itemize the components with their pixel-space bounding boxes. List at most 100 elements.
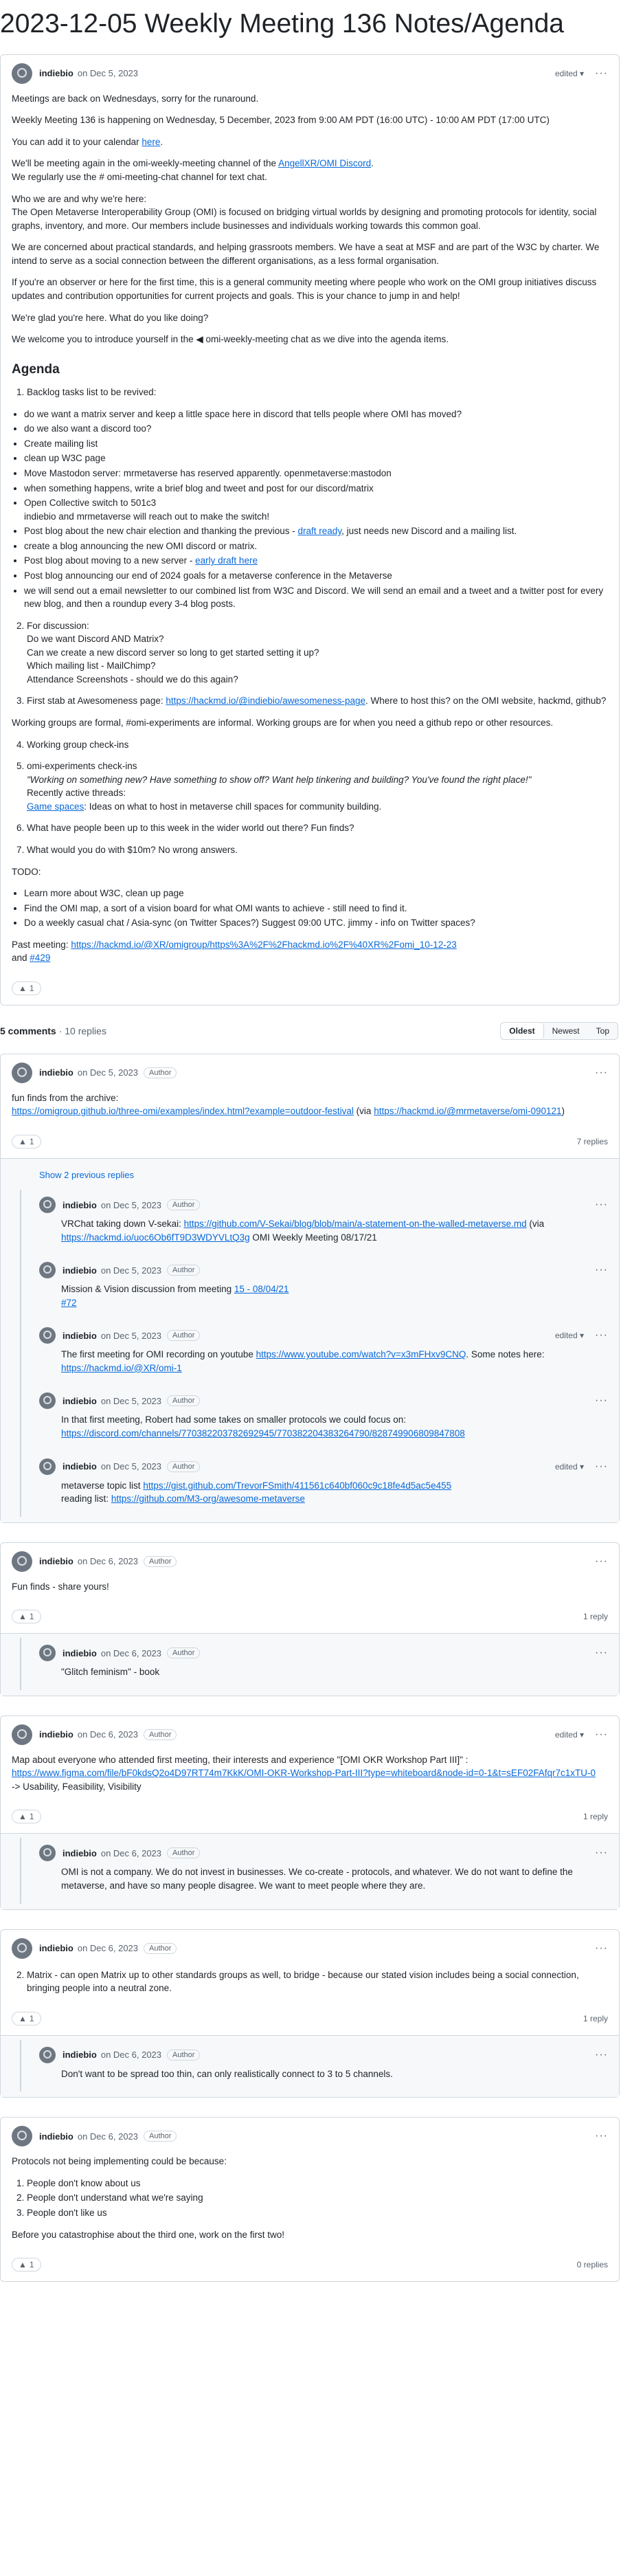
figma-link[interactable]: https://www.figma.com/file/bF0kdsQ2o4D97… [12,1768,596,1778]
author-name[interactable]: indiebio [63,1648,97,1658]
game-spaces-link[interactable]: Game spaces [27,801,84,812]
reply-body: In that first meeting, Robert had some t… [61,1414,465,1439]
comment-body: fun finds from the archive: https://omigr… [12,1092,565,1117]
avatar[interactable] [39,1327,56,1344]
upvote-button[interactable]: ▲ 1 [12,1610,41,1624]
upvote-button[interactable]: ▲ 1 [12,2258,41,2272]
more-options-icon[interactable]: ··· [595,1647,608,1659]
more-options-icon[interactable]: ··· [595,2049,608,2061]
author-badge: Author [144,2131,177,2142]
reply-date[interactable]: on Dec 5, 2023 [101,1331,161,1341]
avatar[interactable] [12,63,32,84]
reply-date[interactable]: on Dec 6, 2023 [101,2050,161,2060]
author-name[interactable]: indiebio [63,1461,97,1472]
issue-link[interactable]: #429 [30,953,50,963]
upvote-button[interactable]: ▲ 1 [12,981,41,995]
reply-link[interactable]: https://gist.github.com/TrevorFSmith/411… [143,1480,451,1491]
post-date[interactable]: on Dec 5, 2023 [78,68,138,78]
comment-link[interactable]: https://hackmd.io/@mrmetaverse/omi-09012… [374,1106,561,1116]
avatar[interactable] [39,1845,56,1862]
avatar[interactable] [12,2126,32,2147]
edited-dropdown[interactable]: edited ▾ [555,1730,584,1740]
author-name[interactable]: indiebio [63,1396,97,1406]
more-options-icon[interactable]: ··· [595,1199,608,1211]
reply-date[interactable]: on Dec 5, 2023 [101,1265,161,1276]
author-name[interactable]: indiebio [63,1848,97,1858]
avatar[interactable] [12,1551,32,1572]
calendar-link[interactable]: here [142,137,160,147]
edited-dropdown[interactable]: edited ▾ [555,1331,584,1340]
avatar[interactable] [12,1724,32,1745]
avatar[interactable] [12,1062,32,1083]
comment-link[interactable]: https://omigroup.github.io/three-omi/exa… [12,1106,354,1116]
comment-date[interactable]: on Dec 6, 2023 [78,1729,138,1740]
reply-link[interactable]: https://www.youtube.com/watch?v=x3mFHxv9… [256,1349,466,1359]
discord-link[interactable]: AngellXR/OMI Discord [278,158,371,168]
edited-dropdown[interactable]: edited ▾ [555,69,584,78]
sort-oldest-button[interactable]: Oldest [501,1022,544,1039]
reply-link[interactable]: https://hackmd.io/@XR/omi-1 [61,1363,182,1373]
author-name[interactable]: indiebio [63,1331,97,1341]
reply-link[interactable]: https://github.com/M3-org/awesome-metave… [111,1494,305,1504]
upvote-button[interactable]: ▲ 1 [12,1810,41,1824]
reply-date[interactable]: on Dec 6, 2023 [101,1848,161,1858]
author-name[interactable]: indiebio [39,1729,74,1740]
early-draft-link[interactable]: early draft here [195,555,258,566]
awesomeness-link[interactable]: https://hackmd.io/@indiebio/awesomeness-… [166,696,365,706]
issue-link[interactable]: #72 [61,1298,77,1308]
comment-date[interactable]: on Dec 6, 2023 [78,2131,138,2142]
comment-date[interactable]: on Dec 6, 2023 [78,1556,138,1566]
past-meeting-link[interactable]: https://hackmd.io/@XR/omigroup/https%3A%… [71,940,456,950]
author-name[interactable]: indiebio [63,2050,97,2060]
edited-dropdown[interactable]: edited ▾ [555,1462,584,1472]
reply-link[interactable]: https://hackmd.io/uoc6Ob6fT9D3WDYVLtQ3g [61,1232,250,1243]
avatar[interactable] [12,1937,32,1959]
reply-link[interactable]: https://discord.com/channels/77038220378… [61,1428,465,1439]
comment-body: Fun finds - share yours! [12,1581,109,1592]
todo-list: Learn more about W3C, clean up page Find… [12,887,608,930]
glad-paragraph: We're glad you're here. What do you like… [12,312,209,323]
author-name[interactable]: indiebio [39,1943,74,1953]
more-options-icon[interactable]: ··· [595,1395,608,1407]
author-name[interactable]: indiebio [39,68,74,78]
avatar[interactable] [39,1645,56,1662]
avatar[interactable] [39,1262,56,1279]
avatar[interactable] [39,1458,56,1475]
author-name[interactable]: indiebio [39,1067,74,1078]
draft-ready-link[interactable]: draft ready [298,526,342,536]
reply-link[interactable]: https://github.com/V-Sekai/blog/blob/mai… [184,1219,527,1229]
more-options-icon[interactable]: ··· [595,1847,608,1859]
replies-section: indiebio on Dec 6, 2023 Author ··· "Glit… [1,1633,619,1696]
avatar[interactable] [39,1392,56,1410]
list-item: when something happens, write a brief bl… [24,482,608,496]
upvote-button[interactable]: ▲ 1 [12,1135,41,1149]
avatar[interactable] [39,1197,56,1214]
more-options-icon[interactable]: ··· [595,1067,608,1079]
show-previous-replies-button[interactable]: Show 2 previous replies [1,1163,619,1190]
avatar[interactable] [39,2046,56,2063]
comment-date[interactable]: on Dec 6, 2023 [78,1943,138,1953]
more-options-icon[interactable]: ··· [595,1329,608,1342]
author-badge: Author [167,1330,201,1342]
more-options-icon[interactable]: ··· [595,1461,608,1473]
reply-date[interactable]: on Dec 5, 2023 [101,1396,161,1406]
reply-date[interactable]: on Dec 5, 2023 [101,1461,161,1472]
reply-link[interactable]: 15 - 08/04/21 [234,1284,289,1294]
author-name[interactable]: indiebio [63,1200,97,1210]
sort-top-button[interactable]: Top [588,1023,618,1039]
reply-date[interactable]: on Dec 6, 2023 [101,1648,161,1658]
more-options-icon[interactable]: ··· [595,1729,608,1741]
author-name[interactable]: indiebio [39,1556,74,1566]
more-options-icon[interactable]: ··· [595,1555,608,1568]
author-name[interactable]: indiebio [39,2131,74,2142]
more-options-icon[interactable]: ··· [595,1942,608,1955]
sort-newest-button[interactable]: Newest [544,1023,588,1039]
more-options-icon[interactable]: ··· [595,1264,608,1276]
reply-date[interactable]: on Dec 5, 2023 [101,1200,161,1210]
more-options-icon[interactable]: ··· [595,2130,608,2142]
reply-body: Don't want to be spread too thin, can on… [61,2068,393,2079]
comment-date[interactable]: on Dec 5, 2023 [78,1067,138,1078]
upvote-button[interactable]: ▲ 1 [12,2011,41,2025]
more-options-icon[interactable]: ··· [595,67,608,80]
author-name[interactable]: indiebio [63,1265,97,1276]
